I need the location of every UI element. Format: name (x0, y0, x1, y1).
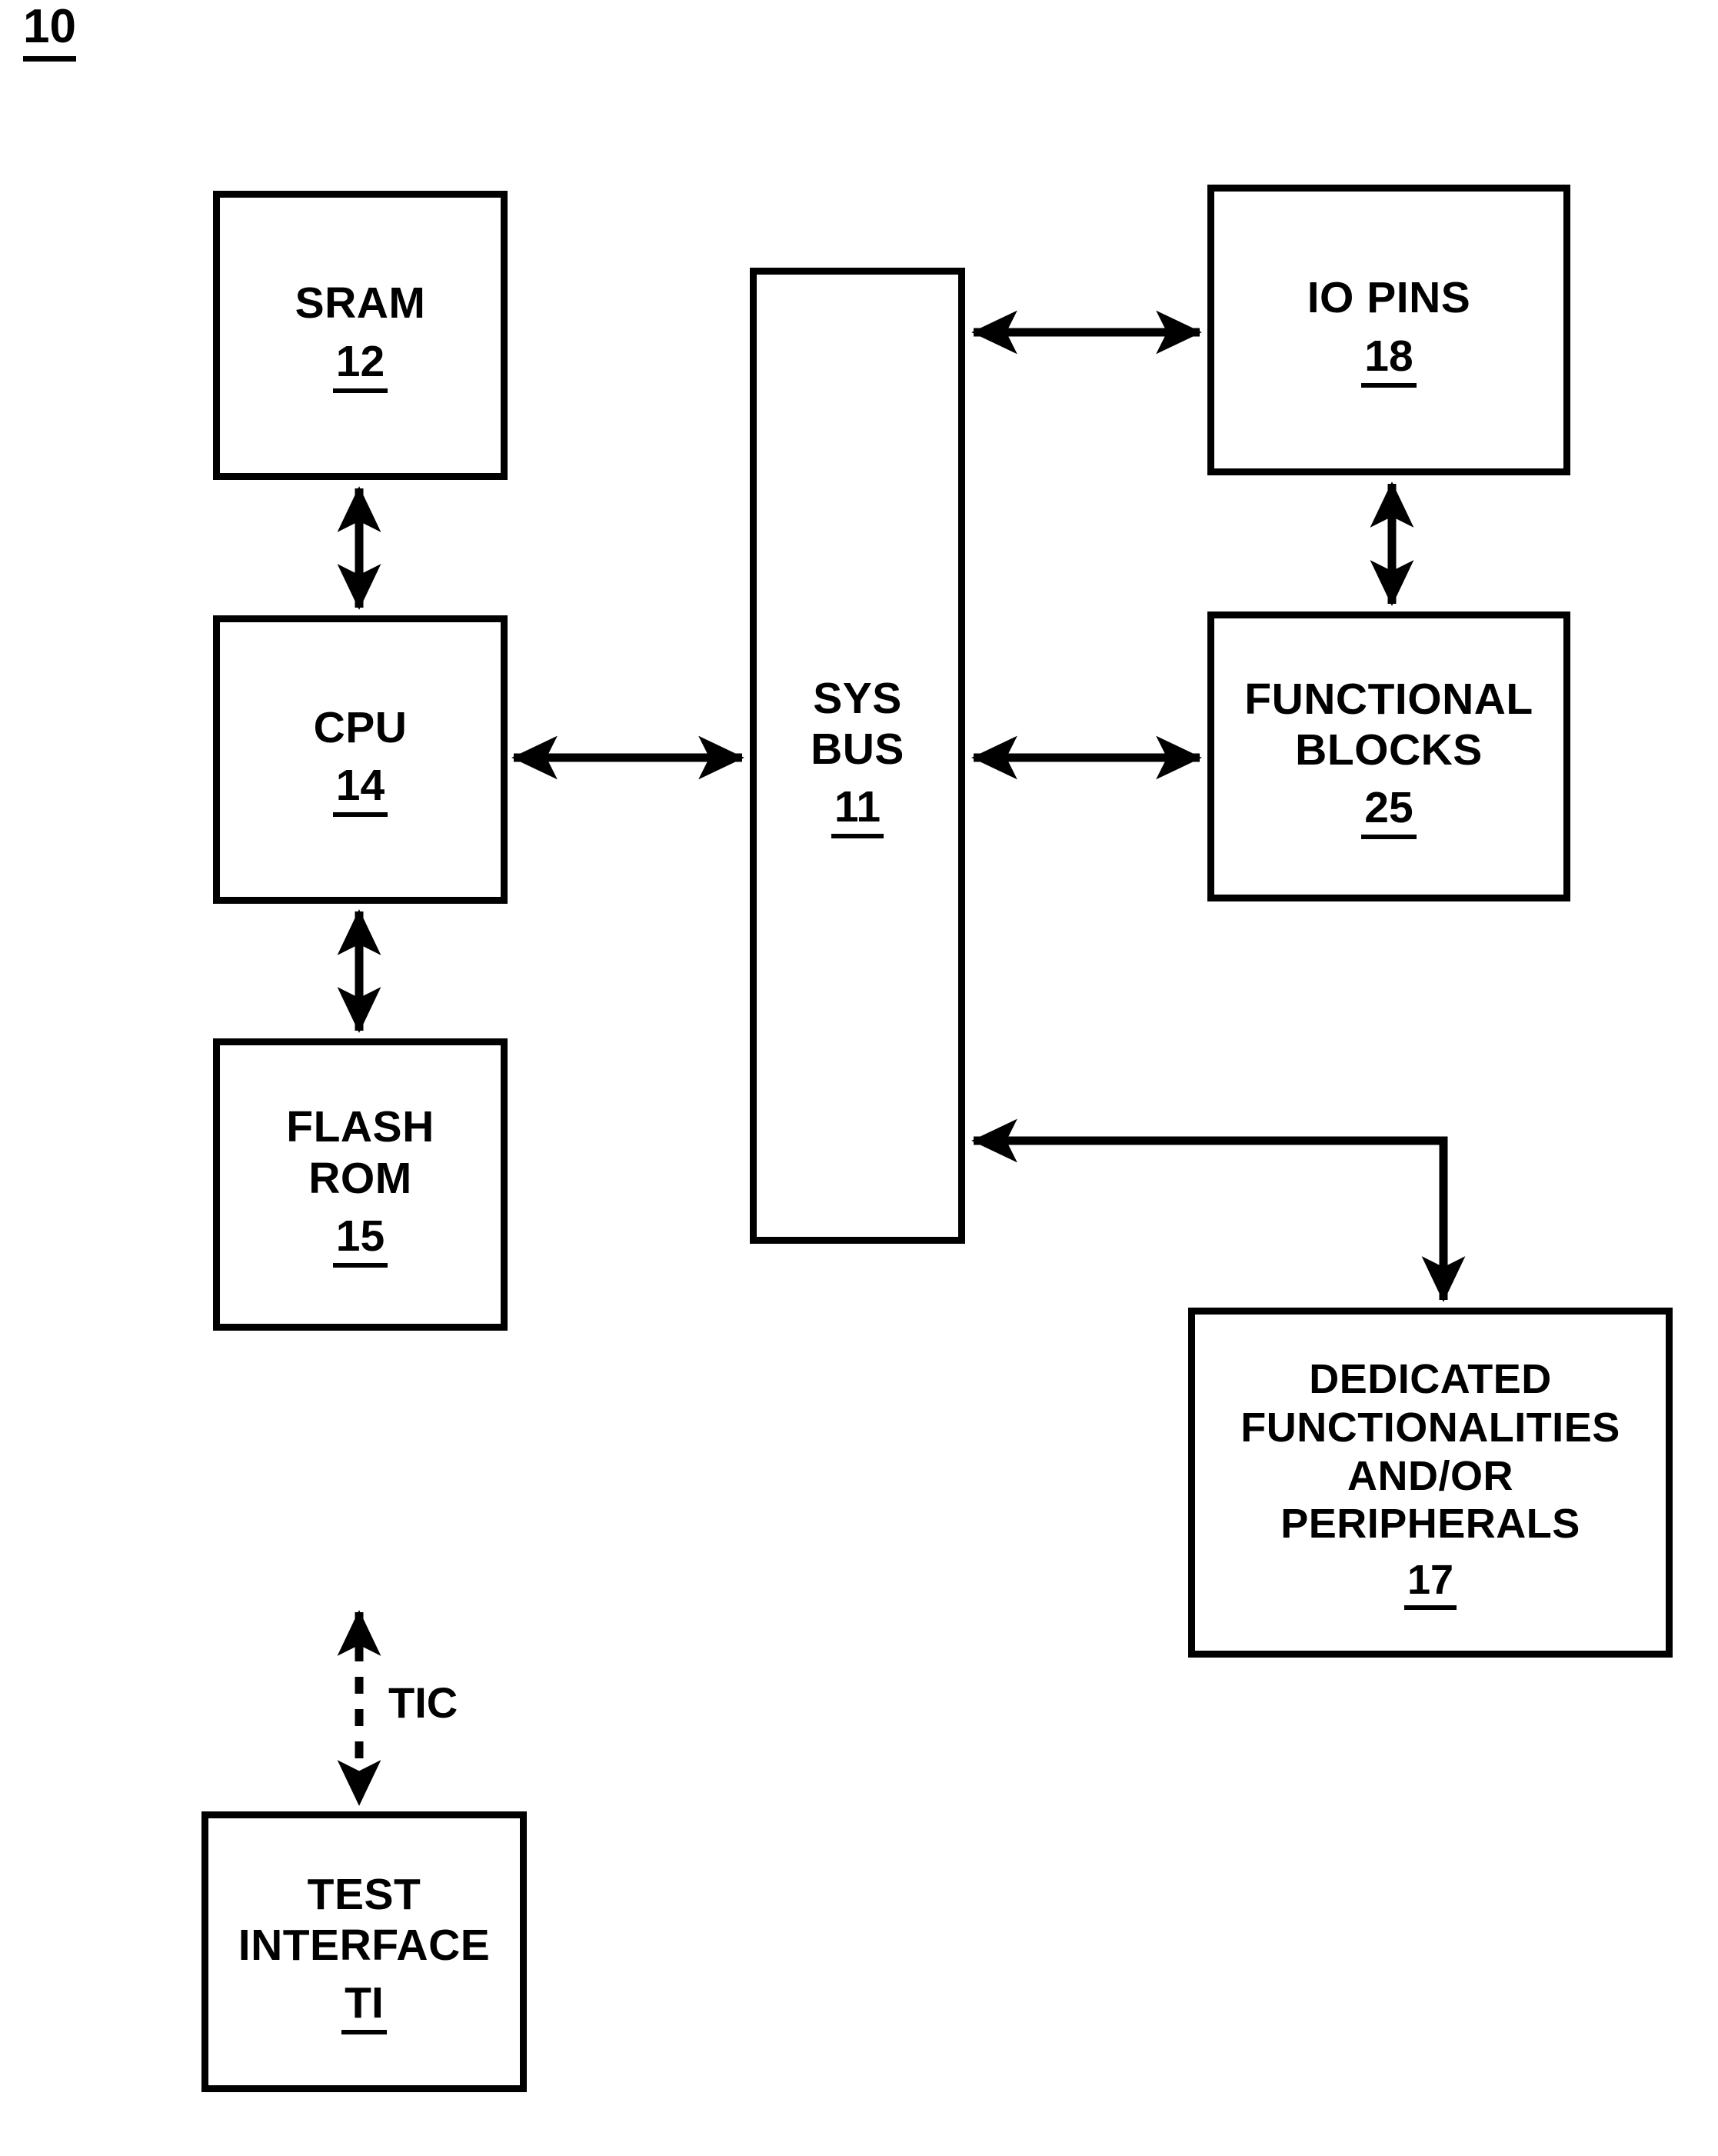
block-cpu-ref: 14 (332, 764, 388, 818)
edge-label-tic: TIC (388, 1678, 458, 1727)
block-flash-rom-title: FLASH ROM (286, 1102, 434, 1203)
block-functional-blocks-ref: 25 (1361, 786, 1417, 840)
block-dedicated-peripherals-ref: 17 (1403, 1559, 1457, 1610)
block-flash-rom-ref: 15 (332, 1214, 388, 1268)
block-io-pins[interactable]: IO PINS 18 (1207, 185, 1570, 475)
block-sys-bus-ref: 11 (831, 785, 884, 839)
block-sram-ref: 12 (332, 339, 388, 393)
block-test-interface[interactable]: TEST INTERFACE TI (201, 1811, 527, 2092)
block-test-interface-ref: TI (341, 1981, 387, 2035)
block-io-pins-title: IO PINS (1307, 273, 1471, 323)
connector-sysbus-peripherals (971, 1118, 1466, 1302)
block-io-pins-ref: 18 (1361, 334, 1417, 388)
block-functional-blocks-title: FUNCTIONAL BLOCKS (1244, 674, 1533, 775)
block-sys-bus-title: SYS BUS (811, 673, 904, 774)
block-dedicated-peripherals[interactable]: DEDICATED FUNCTIONALITIES AND/OR PERIPHE… (1188, 1308, 1673, 1658)
patent-figure: 10 SRAM 12 CPU 14 FLASH ROM 15 SYS BUS 1… (0, 0, 1718, 2156)
block-sys-bus[interactable]: SYS BUS 11 (750, 268, 965, 1244)
block-test-interface-title: TEST INTERFACE (238, 1869, 491, 1970)
block-cpu[interactable]: CPU 14 (213, 615, 508, 904)
block-cpu-title: CPU (313, 702, 408, 752)
block-dedicated-peripherals-title: DEDICATED FUNCTIONALITIES AND/OR PERIPHE… (1240, 1356, 1620, 1548)
block-sram[interactable]: SRAM 12 (213, 191, 508, 480)
block-sram-title: SRAM (295, 278, 426, 328)
block-flash-rom[interactable]: FLASH ROM 15 (213, 1038, 508, 1331)
block-functional-blocks[interactable]: FUNCTIONAL BLOCKS 25 (1207, 611, 1570, 901)
